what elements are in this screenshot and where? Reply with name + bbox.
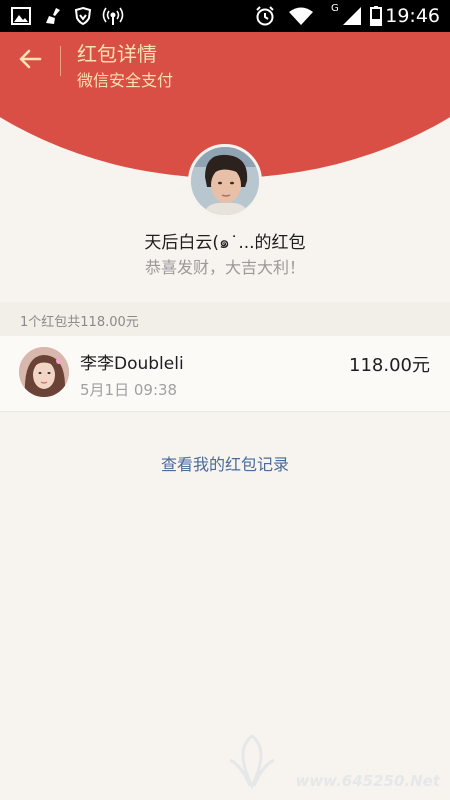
summary-text: 1个红包共118.00元 bbox=[20, 315, 139, 330]
blessing-text: 恭喜发财，大吉大利！ bbox=[144, 258, 305, 277]
page-title: 红包详情 bbox=[77, 42, 157, 66]
record-time: 5月1日 09:38 bbox=[80, 381, 178, 399]
sender-name: 天后白云(๑˙...的红包 bbox=[144, 233, 306, 253]
gallery-icon bbox=[10, 6, 32, 26]
record-name: 李李Doubleli bbox=[80, 354, 184, 374]
signal-icon bbox=[340, 6, 364, 26]
watermark-logo-icon bbox=[229, 734, 275, 790]
alarm-icon bbox=[253, 6, 277, 26]
back-button[interactable] bbox=[12, 46, 48, 76]
list-item[interactable]: 李李Doubleli 5月1日 09:38 118.00元 bbox=[0, 336, 450, 412]
summary-bar: 1个红包共118.00元 bbox=[0, 302, 450, 336]
shield-icon bbox=[72, 6, 94, 26]
wifi-icon bbox=[287, 6, 315, 26]
header-divider bbox=[60, 46, 61, 76]
avatar[interactable] bbox=[19, 347, 69, 397]
network-type-label: G bbox=[331, 3, 339, 14]
record-amount: 118.00元 bbox=[349, 355, 430, 376]
hotspot-icon bbox=[100, 6, 126, 26]
status-bar: G 19:46 bbox=[0, 0, 450, 32]
watermark: www.645250.Net bbox=[222, 730, 448, 796]
watermark-url: www.645250.Net bbox=[295, 772, 440, 790]
sender-avatar[interactable] bbox=[188, 144, 262, 218]
broom-icon bbox=[42, 6, 64, 26]
status-time: 19:46 bbox=[385, 5, 440, 27]
battery-icon bbox=[368, 6, 384, 26]
back-arrow-icon bbox=[18, 48, 42, 74]
history-link[interactable]: 查看我的红包记录 bbox=[0, 451, 450, 475]
page-subtitle: 微信安全支付 bbox=[77, 71, 174, 90]
